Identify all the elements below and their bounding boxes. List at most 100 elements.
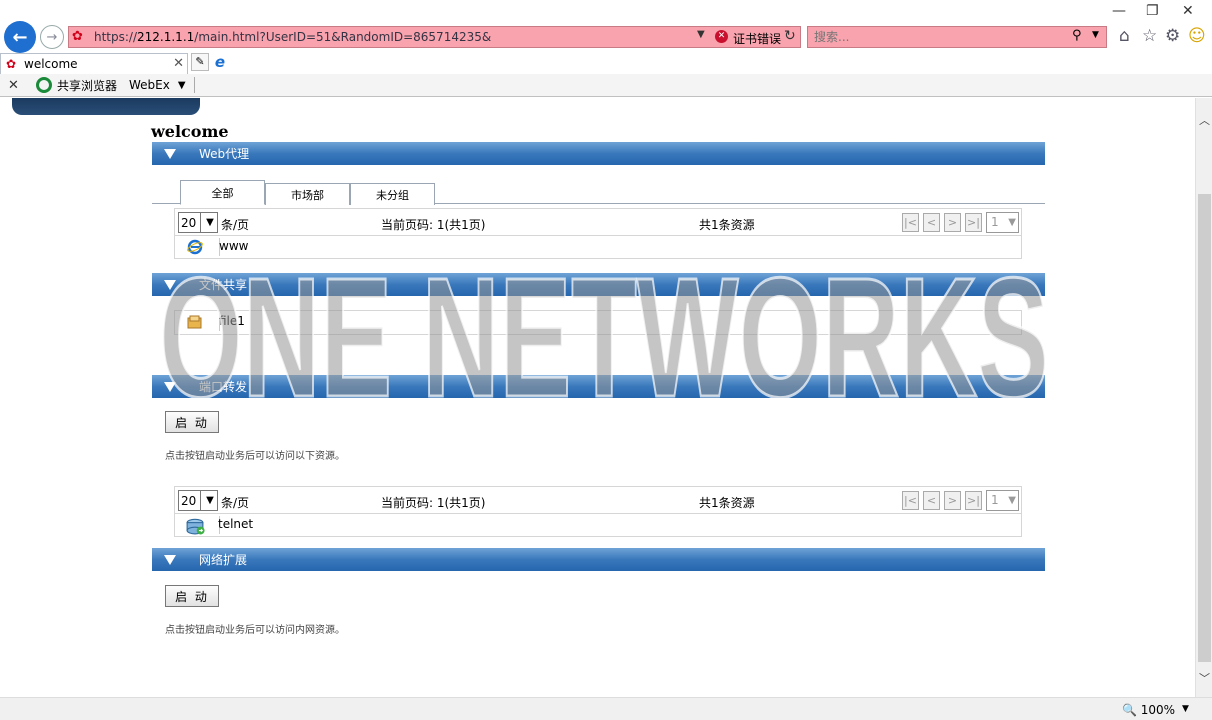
current-page-label: 当前页码: 1(共1页)	[381, 218, 486, 232]
total-label: 共1条资源	[699, 218, 755, 232]
new-tab-icon[interactable]: ✎	[191, 53, 209, 71]
search-input[interactable]	[814, 30, 1054, 44]
forward-button[interactable]: →	[40, 25, 64, 49]
forward-arrow-icon: →	[46, 29, 58, 45]
url-path: /main.html?UserID=51&RandomID=865714235&	[194, 30, 492, 44]
close-favbar-icon[interactable]: ✕	[8, 78, 32, 93]
favorites-star-icon[interactable]: ☆	[1142, 26, 1157, 46]
per-page-value: 20	[181, 493, 197, 508]
scroll-down-icon[interactable]: ﹀	[1199, 670, 1210, 686]
hint-network: 点击按钮启动业务后可以访问内网资源。	[165, 625, 345, 636]
status-bar: 🔍 100% ▼	[0, 697, 1212, 720]
fav-webex[interactable]: WebEx	[129, 78, 170, 92]
ie-icon[interactable]: e	[211, 53, 229, 71]
browser-tab-welcome[interactable]: ✿ welcome ✕	[0, 53, 188, 74]
hint-port: 点击按钮启动业务后可以访问以下资源。	[165, 451, 345, 462]
page-select-value: 1	[991, 215, 999, 229]
webex-dropdown-icon[interactable]: ▼	[178, 80, 186, 91]
welcome-heading: welcome	[151, 122, 229, 141]
chevron-down-icon: ▼	[200, 213, 217, 232]
huawei-favicon-icon: ✿	[6, 57, 17, 71]
browser-chrome: — ❐ ✕ ← → ✿ https://212.1.1.1/main.html?…	[0, 0, 1212, 98]
zoom-dropdown-icon[interactable]: ▼	[1182, 704, 1189, 714]
tab-ungrouped[interactable]: 未分组	[350, 183, 435, 205]
share-browser-icon	[36, 77, 52, 93]
huawei-logo-icon: ✿	[72, 29, 83, 44]
tab-title: welcome	[24, 57, 78, 71]
next-page-button[interactable]: >	[944, 213, 961, 232]
cert-error-icon[interactable]: ✕	[715, 30, 728, 43]
url-host: 212.1.1.1	[137, 30, 195, 44]
telnet-server-icon	[186, 518, 205, 535]
search-icon[interactable]: ⚲	[1072, 28, 1082, 43]
collapse-triangle-icon	[164, 148, 176, 159]
restore-icon[interactable]: ❐	[1146, 3, 1159, 19]
section-web-proxy[interactable]: Web代理	[152, 142, 1045, 165]
current-page-label: 当前页码: 1(共1页)	[381, 496, 486, 510]
resource-name[interactable]: telnet	[218, 517, 253, 531]
section-network-extension[interactable]: 网络扩展	[152, 548, 1045, 571]
start-button-network[interactable]: 启 动	[165, 585, 219, 607]
settings-gear-icon[interactable]: ⚙	[1165, 26, 1180, 46]
zoom-value: 100%	[1140, 703, 1176, 717]
chevron-down-icon: ▼	[200, 491, 217, 510]
resource-row-port[interactable]: telnet	[174, 514, 1022, 537]
scroll-up-icon[interactable]: ︿	[1199, 112, 1210, 128]
refresh-icon[interactable]: ↻	[784, 28, 796, 44]
start-button-port[interactable]: 启 动	[165, 411, 219, 433]
tab-market[interactable]: 市场部	[265, 183, 350, 205]
ie-icon	[187, 239, 203, 255]
total-label: 共1条资源	[699, 496, 755, 510]
last-page-button[interactable]: >|	[965, 213, 982, 232]
vertical-scrollbar[interactable]: ︿ ﹀	[1195, 98, 1212, 697]
page-content: welcome Web代理 全部 市场部 未分组 20 ▼ 条/页 当前页码: 1…	[0, 98, 1195, 697]
zoom-level[interactable]: 🔍 100%	[1122, 703, 1175, 717]
first-page-button[interactable]: |<	[902, 213, 919, 232]
search-box[interactable]: ⚲ ▼	[807, 26, 1107, 48]
per-page-label: 条/页	[221, 496, 250, 510]
collapse-triangle-icon	[164, 554, 176, 565]
pager-web: 20 ▼ 条/页 当前页码: 1(共1页) 共1条资源 |< < > >| 1 ▼	[174, 208, 1022, 236]
watermark-text: ONE NETWORKS	[159, 268, 1049, 413]
banner-logo	[12, 98, 200, 115]
favbar-separator	[193, 77, 195, 93]
close-tab-icon[interactable]: ✕	[173, 56, 184, 71]
watermark: ONE NETWORKS	[158, 268, 1051, 413]
address-url[interactable]: https://212.1.1.1/main.html?UserID=51&Ra…	[94, 30, 491, 44]
tab-bar: ✿ welcome ✕	[0, 52, 1212, 74]
address-dropdown-icon[interactable]: ▼	[697, 29, 705, 40]
url-scheme: https://	[94, 30, 138, 44]
address-bar[interactable]: ✿ https://212.1.1.1/main.html?UserID=51&…	[68, 26, 801, 48]
back-button[interactable]: ←	[4, 21, 36, 53]
pager-port: 20 ▼ 条/页 当前页码: 1(共1页) 共1条资源 |< < > >| 1 ▼	[174, 486, 1022, 514]
scroll-thumb[interactable]	[1198, 194, 1211, 662]
group-tabs: 全部 市场部 未分组	[152, 180, 1045, 205]
per-page-value: 20	[181, 215, 197, 230]
minimize-icon[interactable]: —	[1112, 3, 1126, 19]
favorites-bar: ✕ 共享浏览器 WebEx ▼	[0, 74, 1212, 97]
last-page-button[interactable]: >|	[965, 491, 982, 510]
resource-name[interactable]: www	[219, 239, 248, 253]
section-title: Web代理	[199, 147, 250, 161]
page-select[interactable]: 1 ▼	[986, 212, 1019, 233]
resource-row-web[interactable]: www	[174, 236, 1022, 259]
per-page-select[interactable]: 20 ▼	[178, 490, 218, 511]
section-title: 网络扩展	[199, 553, 248, 567]
page-select-value: 1	[991, 493, 999, 507]
prev-page-button[interactable]: <	[923, 491, 940, 510]
close-window-icon[interactable]: ✕	[1182, 3, 1194, 19]
first-page-button[interactable]: |<	[902, 491, 919, 510]
tab-all[interactable]: 全部	[180, 180, 265, 205]
per-page-select[interactable]: 20 ▼	[178, 212, 218, 233]
fav-share-browser[interactable]: 共享浏览器	[57, 77, 117, 94]
page-select[interactable]: 1 ▼	[986, 490, 1019, 511]
prev-page-button[interactable]: <	[923, 213, 940, 232]
chevron-down-icon: ▼	[1008, 495, 1016, 506]
home-icon[interactable]: ⌂	[1119, 26, 1130, 46]
search-dropdown-icon[interactable]: ▼	[1092, 30, 1099, 40]
next-page-button[interactable]: >	[944, 491, 961, 510]
chevron-down-icon: ▼	[1008, 217, 1016, 228]
smiley-feedback-icon[interactable]: ☺	[1188, 26, 1206, 46]
per-page-label: 条/页	[221, 218, 250, 232]
cert-error-label[interactable]: 证书错误	[733, 30, 781, 47]
